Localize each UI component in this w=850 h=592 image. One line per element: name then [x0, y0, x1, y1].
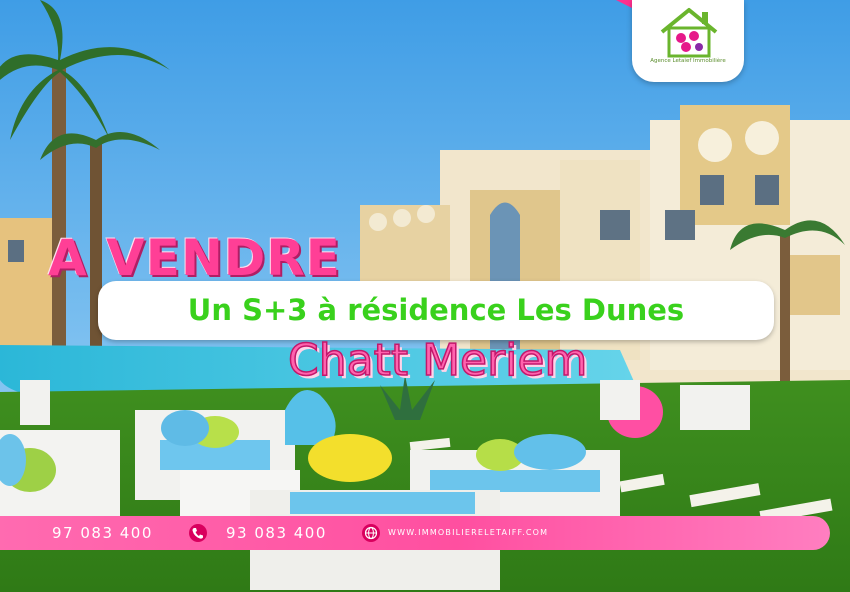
globe-icon — [362, 524, 380, 542]
contact-banner: 97 083 400 93 083 400 WWW.IMMOBILIERELET… — [0, 516, 830, 550]
phone-icon — [189, 524, 207, 542]
property-description: Un S+3 à résidence Les Dunes — [187, 293, 685, 327]
headline-for-sale: A VENDRE — [48, 229, 341, 287]
location-title: Chatt Meriem — [287, 335, 588, 387]
website-link[interactable]: WWW.IMMOBILIERELETAIFF.COM — [388, 516, 548, 550]
phone-number-1[interactable]: 97 083 400 — [52, 516, 153, 550]
agency-logo[interactable]: Agence Letaief Immobilière — [632, 0, 744, 82]
phone-number-2[interactable]: 93 083 400 — [226, 516, 327, 550]
house-logo-icon — [660, 8, 718, 58]
logo-corner-accent — [616, 0, 632, 8]
logo-tagline: Agence Letaief Immobilière — [650, 58, 726, 64]
property-banner: Un S+3 à résidence Les Dunes — [98, 281, 774, 340]
